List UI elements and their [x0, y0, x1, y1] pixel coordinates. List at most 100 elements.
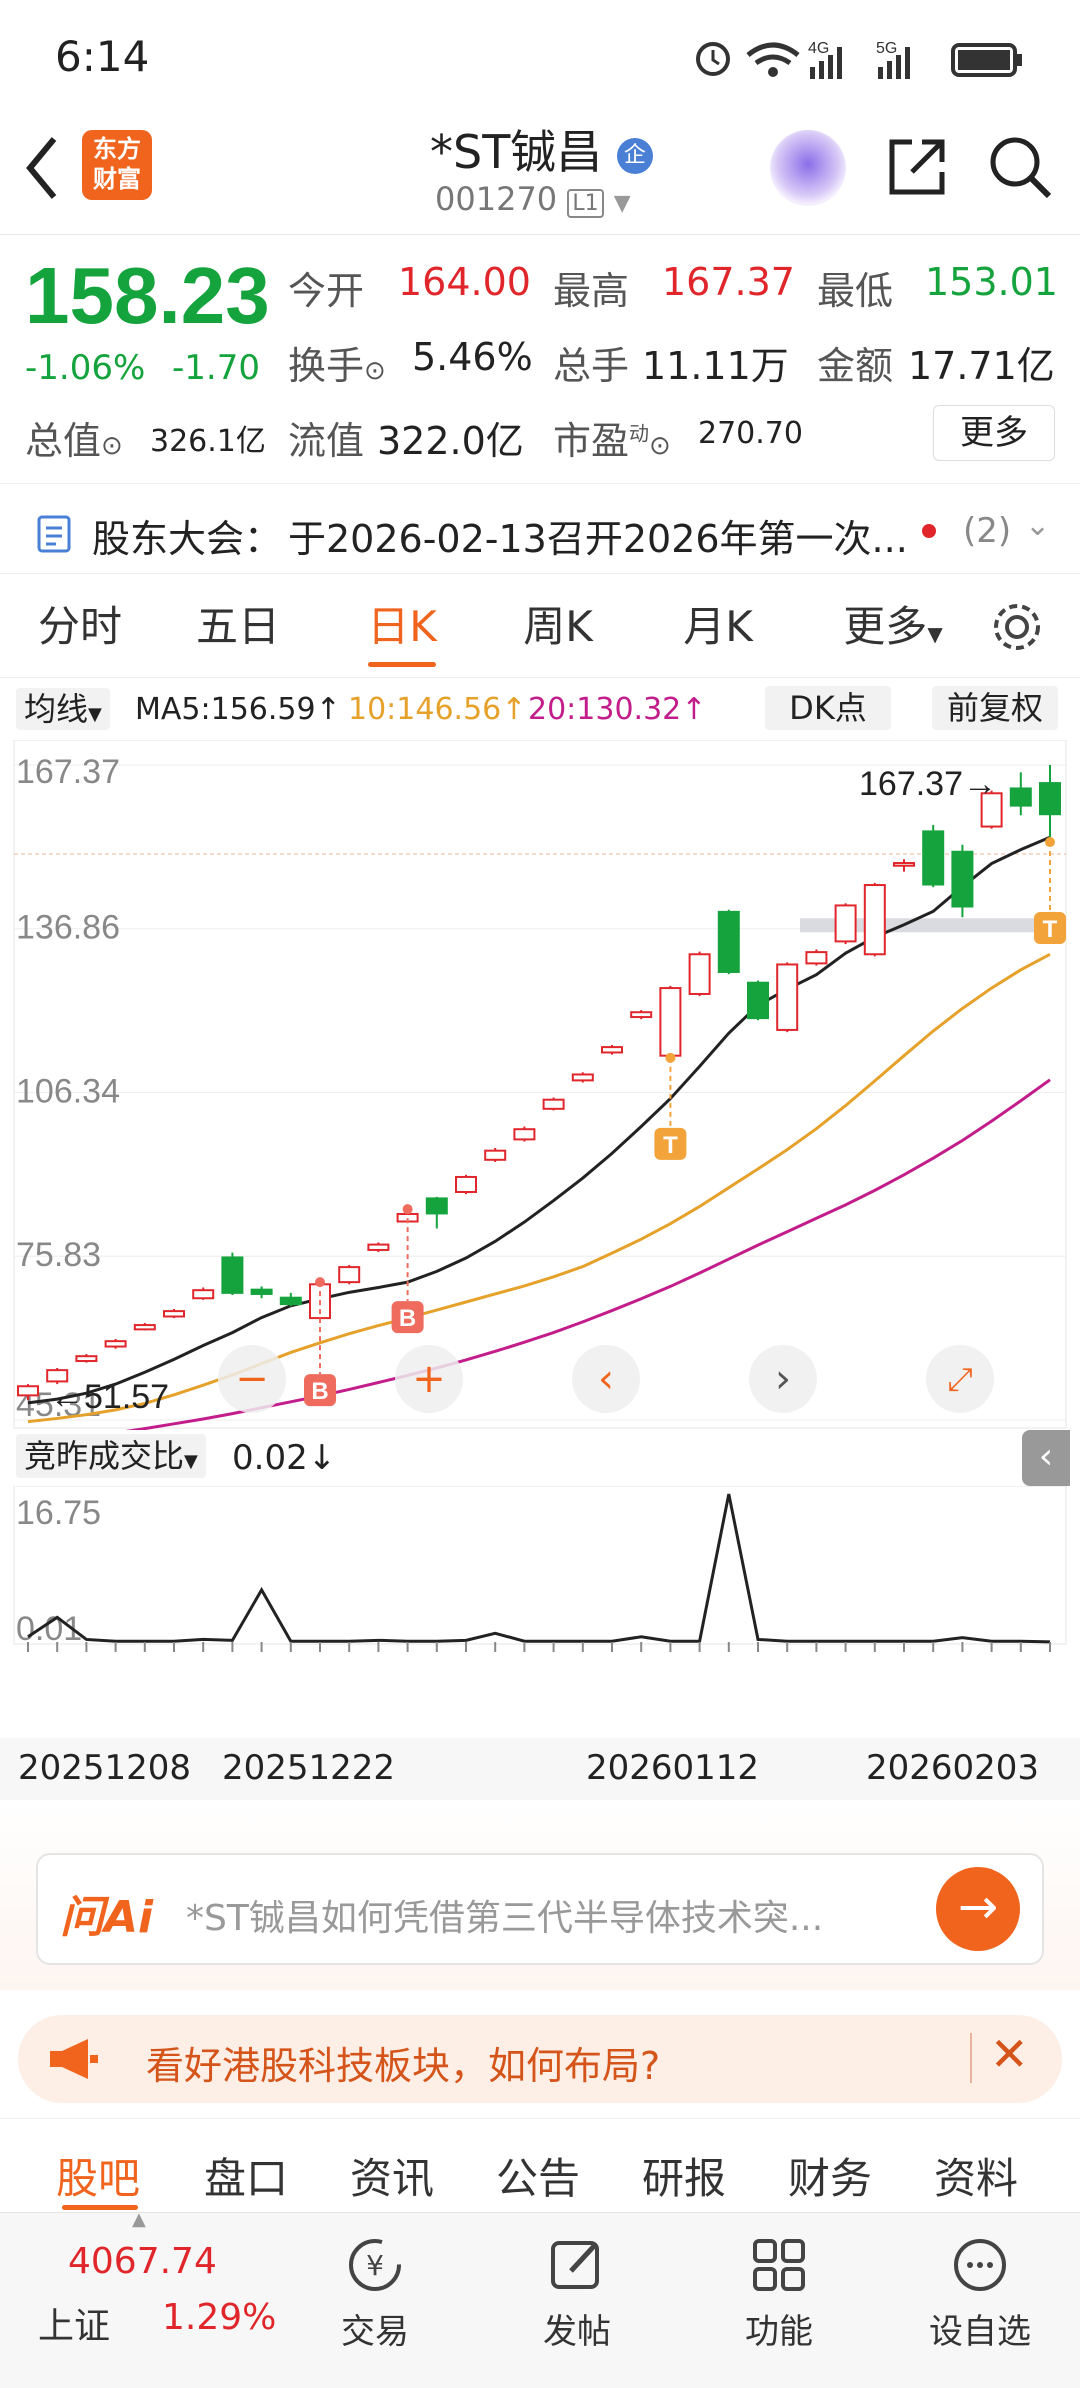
trade-button[interactable]: ¥ 交易 [320, 2235, 430, 2353]
post-button[interactable]: 发帖 [522, 2235, 632, 2353]
pan-right-button[interactable]: › [749, 1345, 817, 1413]
high-marker-label: 167.37→ [859, 765, 997, 803]
info-icon: ⊙ [101, 431, 123, 461]
tab-financials[interactable]: 财务 [788, 2145, 872, 2206]
caret-down-icon: ▼ [927, 622, 943, 646]
float-value: 322.0亿 [377, 419, 524, 463]
y-tick-label: 106.34 [16, 1073, 120, 1111]
candle [17, 1385, 39, 1397]
candle [367, 1243, 390, 1251]
network-left-label: 4G [808, 40, 829, 57]
ai-question-input[interactable]: *ST铖昌如何凭借第三代半导体技术突... [186, 1889, 946, 1941]
function-label: 功能 [745, 2312, 813, 2352]
candle [542, 1098, 565, 1110]
candlestick-chart[interactable]: 167.37136.86106.3475.8345.31 BBTT167.37→←… [0, 740, 1080, 1430]
pe-value: 270.70 [698, 416, 803, 451]
candle [951, 850, 974, 908]
fullscreen-expand-icon[interactable]: ⤢ [926, 1345, 994, 1413]
watchlist-label: 设自选 [929, 2312, 1031, 2352]
index-ticker[interactable]: ▲ 4067.74 上证 1.29% [0, 2209, 276, 2388]
pan-left-button[interactable]: ‹ [572, 1345, 640, 1413]
zoom-in-button[interactable]: + [395, 1345, 463, 1413]
tab-profile[interactable]: 资料 [934, 2145, 1018, 2206]
tab-monthly-k[interactable]: 月K [658, 574, 778, 679]
price-adjust-button[interactable]: 前复权 [932, 686, 1058, 730]
settings-gear-icon[interactable] [988, 598, 1046, 656]
function-button[interactable]: 功能 [724, 2235, 834, 2353]
candle [163, 1310, 185, 1318]
low-label: 最低 [817, 269, 894, 313]
notice-text: 于2026-02-13召开2026年第一次... [288, 517, 908, 561]
candle [133, 1324, 156, 1331]
notice-bar[interactable]: 股东大会： 于2026-02-13召开2026年第一次... (2) ⌄ [0, 483, 1080, 573]
stock-code-row[interactable]: 001270 L1 ▼ [435, 180, 631, 218]
zoom-out-button[interactable]: − [218, 1345, 286, 1413]
ai-ask-bar[interactable]: 问Ai *ST铖昌如何凭借第三代半导体技术突... → [36, 1853, 1044, 1965]
candle [601, 1046, 623, 1054]
float-label: 流值 [288, 419, 365, 463]
battery-icon [951, 43, 1022, 77]
info-icon: ⊙ [364, 356, 386, 386]
more-button[interactable]: 更多 [933, 405, 1055, 461]
index-pct: 1.29% [162, 2297, 277, 2338]
stock-code: 001270 [435, 180, 558, 218]
tab-research[interactable]: 研报 [642, 2145, 726, 2206]
chevron-down-icon: ▼ [613, 191, 631, 216]
logo-line1: 东方 [93, 135, 141, 163]
ai-submit-arrow-icon[interactable]: → [936, 1867, 1020, 1951]
candle [863, 884, 886, 956]
close-icon[interactable]: ✕ [990, 2027, 1029, 2081]
collapse-side-panel-button[interactable]: ‹ [1022, 1430, 1070, 1486]
network-right-label: 5G [876, 40, 897, 57]
tab-more[interactable]: 更多▼ [828, 574, 958, 679]
back-icon[interactable] [22, 135, 62, 201]
pe-label: 市盈动⊙ [553, 419, 671, 463]
current-price: 158.23 [25, 251, 270, 340]
stock-name: *ST铖昌 [430, 125, 603, 179]
dk-point-button[interactable]: DK点 [765, 686, 891, 730]
candle [776, 963, 799, 1031]
chart-legend: 均线▼ MA5:156.59↑ 10:146.56↑ 20:130.32↑ DK… [0, 680, 1080, 740]
ratio-line-chart[interactable]: 16.750.01 [0, 1486, 1080, 1666]
y-tick-label: 75.83 [16, 1236, 101, 1274]
ai-section: 问Ai *ST铖昌如何凭借第三代半导体技术突... → [0, 1800, 1080, 1990]
ma10-line [27, 952, 1051, 1424]
candle [338, 1266, 361, 1284]
status-bar: 6:14 4G 5G [0, 0, 1080, 110]
index-name: 上证 [38, 2306, 111, 2347]
tab-orderbook[interactable]: 盘口 [204, 2145, 288, 2206]
wifi-icon [746, 42, 800, 77]
tab-intraday[interactable]: 分时 [20, 574, 140, 679]
promo-banner[interactable]: 看好港股科技板块，如何布局? ✕ [18, 2015, 1062, 2103]
enterprise-badge: 企 [616, 137, 653, 174]
candle [805, 951, 828, 965]
tab-five-day[interactable]: 五日 [178, 574, 298, 679]
search-icon[interactable] [985, 132, 1055, 202]
status-icons: 4G 5G [696, 40, 1022, 79]
info-tabs: 股吧 盘口 资讯 公告 研报 财务 资料 [0, 2118, 1080, 2212]
signal-label: B [311, 1378, 328, 1405]
open-value: 164.00 [398, 260, 531, 304]
add-watchlist-button[interactable]: 设自选 [920, 2235, 1040, 2353]
share-icon[interactable] [882, 132, 952, 202]
volume-value: 11.11万 [642, 344, 789, 388]
logo-line2: 财富 [93, 165, 141, 193]
candle [893, 862, 915, 867]
tab-forum[interactable]: 股吧 [56, 2145, 140, 2206]
grid-apps-icon [753, 2239, 805, 2291]
low-value: 153.01 [925, 260, 1058, 304]
y-tick-label: 136.86 [16, 909, 120, 947]
tab-announcements[interactable]: 公告 [496, 2145, 580, 2206]
candle [75, 1355, 98, 1363]
tab-weekly-k[interactable]: 周K [498, 574, 618, 679]
mcap-label: 总值⊙ [25, 419, 123, 463]
indicator-current-value: 0.02↓ [232, 1438, 337, 1478]
change-amount: -1.70 [172, 348, 260, 388]
ma-selector[interactable]: 均线▼ [16, 688, 110, 730]
tab-news[interactable]: 资讯 [350, 2145, 434, 2206]
candle [104, 1340, 127, 1348]
level-badge: L1 [567, 189, 604, 218]
assistant-robot-icon[interactable] [770, 130, 846, 206]
app-logo[interactable]: 东方 财富 [82, 130, 152, 200]
indicator-selector[interactable]: 竞昨成交比▼ [16, 1434, 206, 1478]
